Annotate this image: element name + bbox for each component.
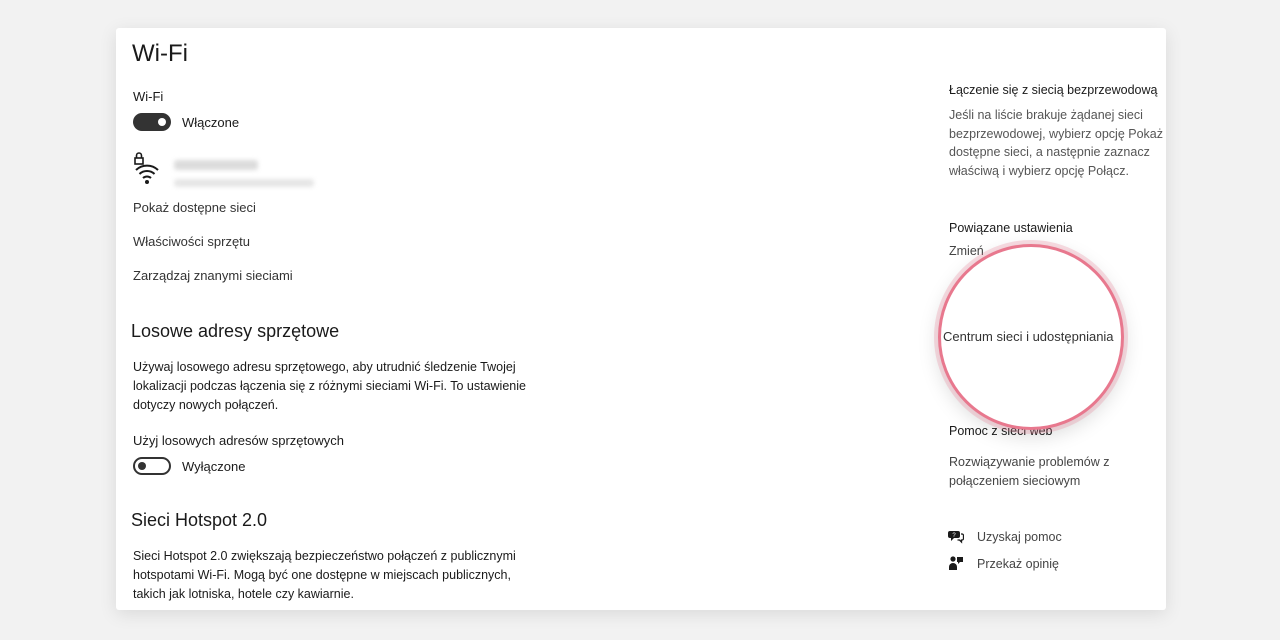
hotspot-heading: Sieci Hotspot 2.0 (131, 510, 268, 530)
wifi-toggle[interactable] (133, 113, 171, 131)
random-hw-line: Używaj losowego adresu sprzętowego, aby … (133, 360, 516, 374)
random-hw-toggle-label: Użyj losowych adresów sprzętowych (133, 433, 344, 448)
connect-line: dostępne sieci, a następnie zaznacz (949, 145, 1150, 159)
hotspot-line: hotspotami Wi-Fi. Mogą być one dostępne … (133, 568, 511, 582)
troubleshoot-line: Rozwiązywanie problemów z (949, 455, 1110, 469)
random-hw-heading: Losowe adresy sprzętowe (131, 321, 340, 341)
hotspot-description: Sieci Hotspot 2.0 zwiększają bezpieczeńs… (133, 547, 516, 604)
hotspot-line: takich jak lotniska, hotele czy kawiarni… (133, 587, 354, 601)
toggle-knob (158, 118, 166, 126)
random-hw-toggle[interactable] (133, 457, 171, 475)
connect-description: Jeśli na liście brakuje żądanej sieci be… (949, 106, 1163, 180)
wifi-toggle-state: Włączone (182, 115, 240, 130)
troubleshoot-line: połączeniem sieciowym (949, 473, 1081, 488)
help-chat-icon: ? (948, 531, 964, 544)
feedback-icon (949, 556, 963, 570)
network-name-blurred[interactable] (174, 160, 258, 170)
hardware-properties-link[interactable]: Właściwości sprzętu (133, 234, 250, 249)
wifi-secured-icon (134, 152, 159, 184)
feedback-link[interactable]: Przekaż opinię (977, 557, 1059, 571)
manage-networks-link[interactable]: Zarządzaj znanymi sieciami (133, 268, 293, 283)
connect-line: Jeśli na liście brakuje żądanej sieci (949, 108, 1143, 122)
connect-heading: Łączenie się z siecią bezprzewodową (949, 83, 1158, 97)
connect-line: właściwą i wybierz opcję Połącz. (949, 163, 1129, 178)
wifi-label: Wi-Fi (133, 89, 164, 104)
page-title: Wi-Fi (132, 40, 188, 67)
network-sharing-center-link[interactable]: Centrum sieci i udostępniania (943, 329, 1123, 344)
get-help-link[interactable]: Uzyskaj pomoc (977, 530, 1062, 544)
change-adapter-options-link[interactable]: Zmień (949, 244, 984, 258)
toggle-knob (138, 462, 146, 470)
hotspot-line: Sieci Hotspot 2.0 zwiększają bezpieczeńs… (133, 549, 516, 563)
random-hw-description: Używaj losowego adresu sprzętowego, aby … (133, 358, 526, 415)
show-networks-link[interactable]: Pokaż dostępne sieci (133, 200, 256, 215)
network-status-blurred (174, 179, 314, 187)
related-settings-heading: Powiązane ustawienia (949, 221, 1073, 235)
random-hw-line: dotyczy nowych połączeń. (133, 398, 279, 412)
random-hw-toggle-state: Wyłączone (182, 459, 246, 474)
connect-line: bezprzewodowej, wybierz opcję Pokaż (949, 126, 1163, 141)
troubleshoot-link[interactable]: Rozwiązywanie problemów z połączeniem si… (949, 453, 1109, 490)
random-hw-line: lokalizacji podczas łączenia się z różny… (133, 379, 526, 393)
